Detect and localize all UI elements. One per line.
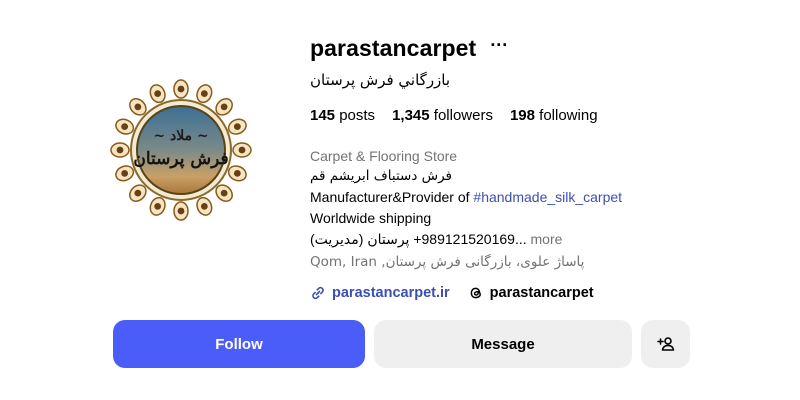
profile-address: پاساژ علوی، بازرگانی فرش پرستان, Qom, Ir… [310,254,585,270]
bio-line-4: 989121520169+ پرستان (مدیریت)... more [310,229,750,250]
bio-line-2: Manufacturer&Provider of #handmade_silk_… [310,187,750,208]
followers-stat[interactable]: 1,345 followers [392,107,493,124]
following-stat[interactable]: 198 following [510,107,598,124]
message-button[interactable]: Message [374,320,632,368]
website-link-text: parastancarpet.ir [332,285,450,301]
avatar-text: فرش پرستان [133,149,228,169]
bio-line-4-text: 989121520169+ پرستان (مدیریت) [310,231,515,247]
posts-label: posts [335,106,376,124]
username: parastancarpet [310,34,477,61]
svg-text:~ ملاد ~: ~ ملاد ~ [153,128,208,144]
followers-count: 1,345 [392,106,430,124]
bio-line-2-prefix: Manufacturer&Provider of [310,189,474,205]
profile-category: Carpet & Flooring Store [310,148,458,164]
followers-label: followers [429,106,493,124]
website-link[interactable]: parastancarpet.ir [310,285,450,301]
follow-button[interactable]: Follow [113,320,365,368]
threads-link-text: parastancarpet [489,285,594,301]
bio-line-1: فرش دستباف ابریشم قم [310,166,750,187]
bio-line-3: Worldwide shipping [310,210,432,226]
bio-hashtag-link[interactable]: #handmade_silk_carpet [473,189,622,205]
link-icon [312,286,324,300]
following-count: 198 [509,106,535,124]
profile-stats: 145 posts 1,345 followers 198 following [310,105,750,125]
profile-avatar[interactable]: ~ ملاد ~ فرش پرستان [110,68,252,228]
avatar-image: ~ ملاد ~ فرش پرستان [110,79,252,221]
threads-icon [470,287,481,299]
profile-info: parastancarpet ··· بازرگاني فرش پرستان 1… [310,30,750,304]
threads-link[interactable]: parastancarpet [468,285,594,301]
username-row: parastancarpet ··· [310,30,750,66]
posts-stat: 145 posts [310,107,375,124]
bio-ellipsis: ... [514,231,531,247]
posts-count: 145 [310,106,336,124]
bio-more-link[interactable]: more [531,231,563,247]
more-options-icon[interactable]: ··· [490,36,508,60]
following-label: following [535,106,598,124]
add-person-icon [656,337,674,351]
bio-line-1-text: فرش دستباف ابریشم قم [310,168,453,184]
full-name: بازرگاني فرش پرستان [310,71,451,89]
suggest-accounts-button[interactable] [641,320,690,368]
profile-links: parastancarpet.ir parastancarpet [310,282,750,304]
